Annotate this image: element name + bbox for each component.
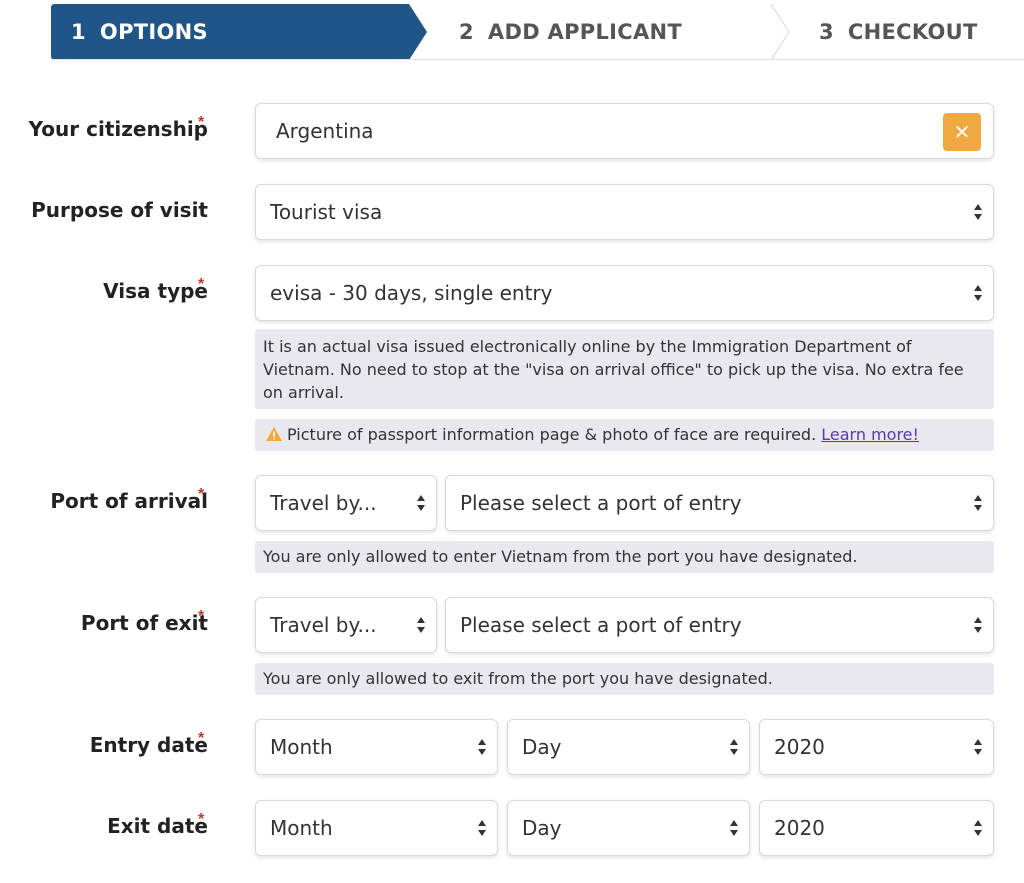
exit-day-value: Day <box>522 816 562 840</box>
step-label: OPTIONS <box>99 20 208 44</box>
step-options[interactable]: 1 OPTIONS <box>71 4 208 60</box>
arrival-port-note: You are only allowed to enter Vietnam fr… <box>255 541 994 573</box>
exit-port-value: Please select a port of entry <box>460 613 742 637</box>
entry-year-value: 2020 <box>774 735 825 759</box>
select-arrows-icon <box>416 494 426 512</box>
select-arrows-icon <box>729 819 739 837</box>
step-number: 3 <box>819 20 834 44</box>
clear-citizenship-button[interactable]: ✕ <box>943 113 981 151</box>
step-add-applicant[interactable]: 2 ADD APPLICANT <box>459 4 682 60</box>
entry-year-select[interactable]: 2020 <box>759 719 994 775</box>
arrival-port-value: Please select a port of entry <box>460 491 742 515</box>
arrival-port-select[interactable]: Please select a port of entry <box>445 475 994 531</box>
select-arrows-icon <box>973 819 983 837</box>
arrival-travel-by-value: Travel by... <box>270 491 377 515</box>
entry-day-select[interactable]: Day <box>507 719 750 775</box>
step-label: ADD APPLICANT <box>487 20 683 44</box>
learn-more-link[interactable]: Learn more! <box>821 425 919 444</box>
citizenship-value: Argentina <box>276 119 374 143</box>
select-arrows-icon <box>973 203 983 221</box>
required-marker: * <box>198 608 205 625</box>
exit-year-select[interactable]: 2020 <box>759 800 994 856</box>
exit-month-select[interactable]: Month <box>255 800 498 856</box>
entry-month-select[interactable]: Month <box>255 719 498 775</box>
required-marker: * <box>198 486 205 503</box>
exit-port-note: You are only allowed to exit from the po… <box>255 663 994 695</box>
exit-port-select[interactable]: Please select a port of entry <box>445 597 994 653</box>
entry-date-label: Entry date <box>89 733 208 757</box>
visa-type-label: Visa type <box>103 279 208 303</box>
purpose-value: Tourist visa <box>270 200 383 224</box>
exit-month-value: Month <box>270 816 333 840</box>
warning-icon <box>265 425 283 448</box>
required-marker: * <box>198 276 205 293</box>
required-marker: * <box>198 730 205 747</box>
arrival-travel-by-select[interactable]: Travel by... <box>255 475 437 531</box>
visa-type-description: It is an actual visa issued electronical… <box>255 329 994 409</box>
entry-day-value: Day <box>522 735 562 759</box>
select-arrows-icon <box>477 738 487 756</box>
exit-day-select[interactable]: Day <box>507 800 750 856</box>
step-number: 1 <box>71 20 86 44</box>
port-of-exit-label: Port of exit <box>80 611 208 635</box>
citizenship-label: Your citizenship <box>28 117 208 141</box>
exit-date-label: Exit date <box>107 814 208 838</box>
visa-type-value: evisa - 30 days, single entry <box>270 281 553 305</box>
purpose-select[interactable]: Tourist visa <box>255 184 994 240</box>
step-checkout[interactable]: 3 CHECKOUT <box>819 4 978 60</box>
required-marker: * <box>198 811 205 828</box>
exit-travel-by-select[interactable]: Travel by... <box>255 597 437 653</box>
select-arrows-icon <box>416 616 426 634</box>
visa-requirement-warning: Picture of passport information page & p… <box>255 419 994 451</box>
select-arrows-icon <box>973 616 983 634</box>
exit-year-value: 2020 <box>774 816 825 840</box>
select-arrows-icon <box>973 284 983 302</box>
select-arrows-icon <box>973 494 983 512</box>
exit-travel-by-value: Travel by... <box>270 613 377 637</box>
visa-type-select[interactable]: evisa - 30 days, single entry <box>255 265 994 321</box>
citizenship-input[interactable]: Argentina ✕ <box>255 103 994 159</box>
step-number: 2 <box>459 20 474 44</box>
checkout-stepper: 1 OPTIONS 2 ADD APPLICANT 3 CHECKOUT <box>51 4 1024 60</box>
purpose-label: Purpose of visit <box>31 198 208 222</box>
select-arrows-icon <box>729 738 739 756</box>
entry-month-value: Month <box>270 735 333 759</box>
close-icon: ✕ <box>953 120 971 144</box>
select-arrows-icon <box>477 819 487 837</box>
port-of-arrival-label: Port of arrival <box>50 489 208 513</box>
step-label: CHECKOUT <box>847 20 978 44</box>
select-arrows-icon <box>973 738 983 756</box>
required-marker: * <box>198 114 205 131</box>
warning-text: Picture of passport information page & p… <box>287 425 817 444</box>
